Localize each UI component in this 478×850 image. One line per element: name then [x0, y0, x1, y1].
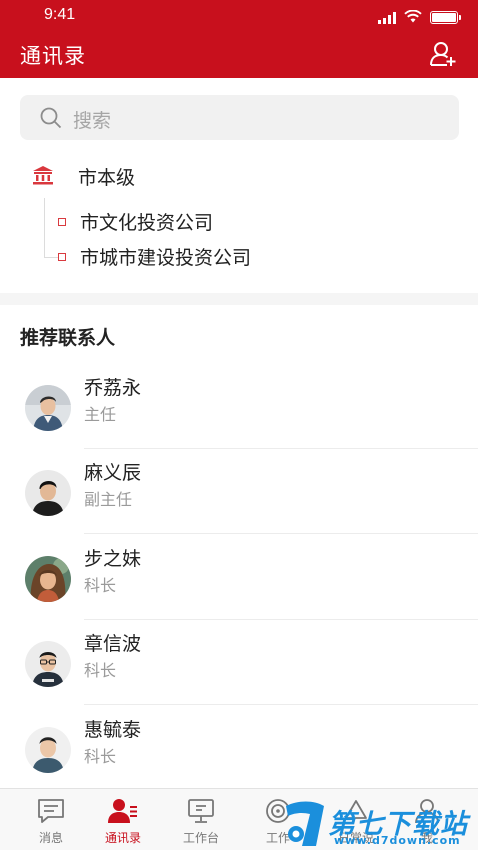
- avatar: [25, 470, 71, 516]
- contact-role: 科长: [84, 747, 117, 766]
- contacts-icon: [108, 798, 138, 828]
- search-icon: [40, 107, 62, 133]
- contact-item[interactable]: 麻义辰 副主任: [0, 462, 478, 556]
- tab-messages[interactable]: 消息: [11, 789, 91, 850]
- contact-role: 科长: [84, 576, 117, 595]
- section-divider: [0, 293, 478, 305]
- contact-item[interactable]: 乔荔永 主任: [0, 377, 478, 471]
- contact-name: 麻义辰: [84, 462, 142, 484]
- tab-label: 消息: [38, 831, 63, 845]
- avatar: [25, 556, 71, 602]
- org-child-label: 市城市建设投资公司: [80, 247, 252, 269]
- contact-item[interactable]: 章信波 科长: [0, 633, 478, 727]
- row-separator: [84, 533, 478, 534]
- status-bar: 9:41: [0, 0, 478, 30]
- wifi-icon: [404, 8, 422, 27]
- tree-node-icon: [58, 253, 66, 261]
- tab-label: 通讯录: [104, 831, 141, 845]
- battery-icon: [430, 11, 461, 24]
- watermark-url: www.d7down.com: [334, 834, 461, 847]
- search-input[interactable]: 搜索: [20, 95, 459, 140]
- contact-name: 步之妹: [84, 548, 142, 570]
- tab-label: 工作台: [182, 831, 219, 845]
- contact-role: 主任: [84, 405, 117, 424]
- avatar: [25, 727, 71, 773]
- workbench-icon: [187, 798, 215, 828]
- nav-bar: 通讯录: [0, 30, 478, 78]
- contact-role: 科长: [84, 661, 117, 680]
- contact-item[interactable]: 步之妹 科长: [0, 548, 478, 642]
- org-child-item[interactable]: 市文化投资公司: [58, 208, 358, 236]
- avatar: [25, 641, 71, 687]
- search-placeholder: 搜索: [73, 110, 112, 132]
- section-title: 推荐联系人: [20, 327, 116, 349]
- tab-contacts[interactable]: 通讯录: [83, 789, 163, 850]
- contact-name: 乔荔永: [84, 377, 142, 399]
- tab-workbench[interactable]: 工作台: [161, 789, 241, 850]
- avatar: [25, 385, 71, 431]
- contact-name: 惠毓泰: [84, 719, 142, 741]
- tree-connector: [44, 198, 58, 258]
- status-time: 9:41: [44, 6, 76, 23]
- row-separator: [84, 448, 478, 449]
- org-child-item[interactable]: 市城市建设投资公司: [58, 243, 358, 271]
- signal-icon: [378, 11, 396, 24]
- tree-node-icon: [58, 218, 66, 226]
- contact-role: 副主任: [84, 490, 133, 509]
- row-separator: [84, 619, 478, 620]
- watermark-logo-icon: [282, 800, 326, 850]
- status-icons: [378, 8, 461, 27]
- message-icon: [37, 798, 65, 828]
- contact-name: 章信波: [84, 633, 142, 655]
- row-separator: [84, 704, 478, 705]
- add-contact-icon[interactable]: [430, 41, 458, 67]
- page-title: 通讯录: [20, 44, 86, 68]
- watermark: 第七下载站 www.d7down.com: [282, 800, 478, 850]
- org-root[interactable]: 市本级: [32, 163, 332, 191]
- org-child-label: 市文化投资公司: [80, 212, 214, 234]
- org-root-label: 市本级: [78, 167, 136, 189]
- institution-icon: [32, 165, 54, 189]
